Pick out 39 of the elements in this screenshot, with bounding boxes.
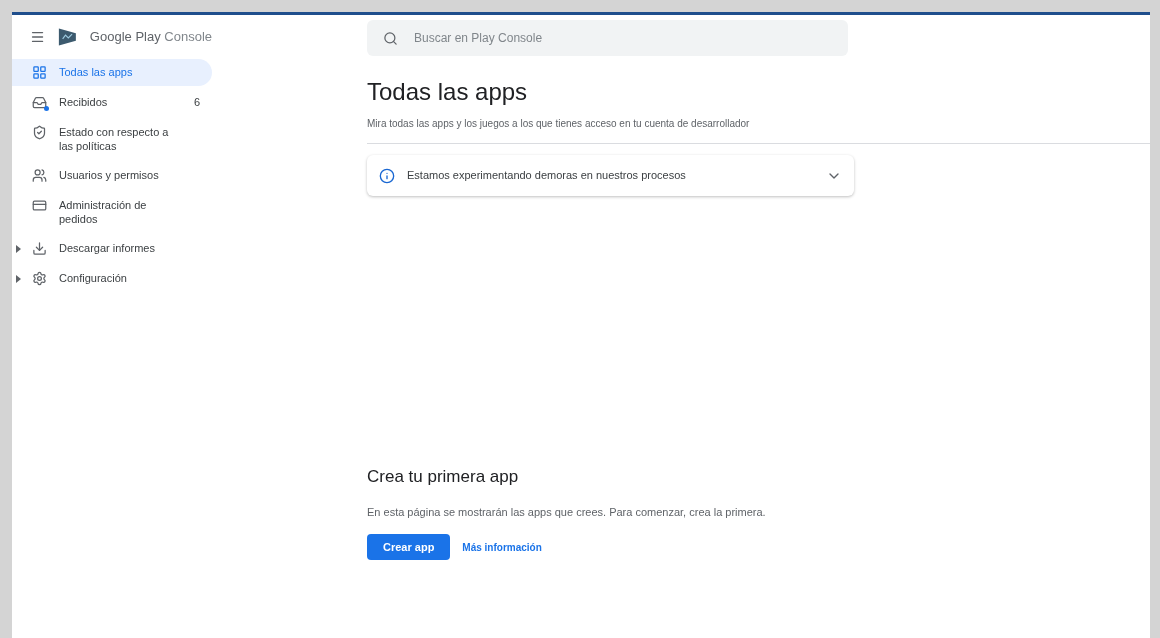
sidebar-item-label: Recibidos (59, 95, 109, 109)
card-icon (32, 198, 47, 213)
page-title: Todas las apps (367, 77, 529, 107)
search-icon (383, 30, 398, 46)
sidebar-item[interactable]: Estado con respecto a las políticas (12, 119, 212, 159)
menu-icon[interactable] (30, 29, 46, 45)
gear-icon (32, 271, 47, 286)
sidebar-item[interactable]: Usuarios y permisos (12, 162, 212, 189)
sidebar-item-label: Usuarios y permisos (59, 168, 160, 182)
more-info-link[interactable]: Más información (462, 539, 542, 555)
sidebar-item[interactable]: Administración de pedidos (12, 192, 212, 232)
sidebar-item-label: Estado con respecto a las políticas (59, 125, 170, 153)
sidebar-item-label: Descargar informes (59, 241, 156, 255)
count-label: 6 (193, 95, 200, 109)
search-input[interactable]: Buscar en Play Console (414, 29, 832, 47)
sidebar-item-label: Administración de pedidos (59, 198, 148, 226)
expand-arrow-icon[interactable] (16, 245, 21, 253)
users-icon (32, 168, 47, 183)
grid-icon (32, 65, 47, 80)
empty-state-text: En esta página se mostrarán las apps que crees. Para comenzar, crea la primera. (367, 504, 767, 520)
notice-card[interactable]: Estamos experimentando demoras en nuestros procesos (367, 155, 854, 196)
sidebar-item[interactable]: Todas las apps (12, 59, 212, 86)
sidebar-item[interactable]: Descargar informes (12, 235, 212, 262)
sidebar-item-label: Todas las apps (59, 65, 134, 79)
page-subtitle: Mira todas las apps y los juegos a los que tienes acceso en tu cuenta de desarrollador (367, 117, 751, 131)
create-app-button[interactable]: Crear app (367, 534, 451, 560)
sidebar-item[interactable]: Recibidos 6 (12, 89, 212, 116)
search-field[interactable]: Buscar en Play Console (367, 20, 848, 56)
download-icon (32, 241, 47, 256)
info-icon (379, 167, 395, 184)
sidebar-item-label: Configuración (59, 271, 128, 285)
empty-state-title: Crea tu primera app (367, 466, 520, 488)
notice-text: Estamos experimentando demoras en nuestros procesos (407, 168, 687, 184)
expand-arrow-icon[interactable] (16, 275, 21, 283)
brand-name: Google Play Console (89, 28, 212, 47)
inbox-icon (32, 95, 47, 110)
shield-check-icon (32, 125, 47, 140)
sidebar-item[interactable]: Configuración (12, 265, 212, 292)
play-console-logo-icon (57, 26, 78, 48)
